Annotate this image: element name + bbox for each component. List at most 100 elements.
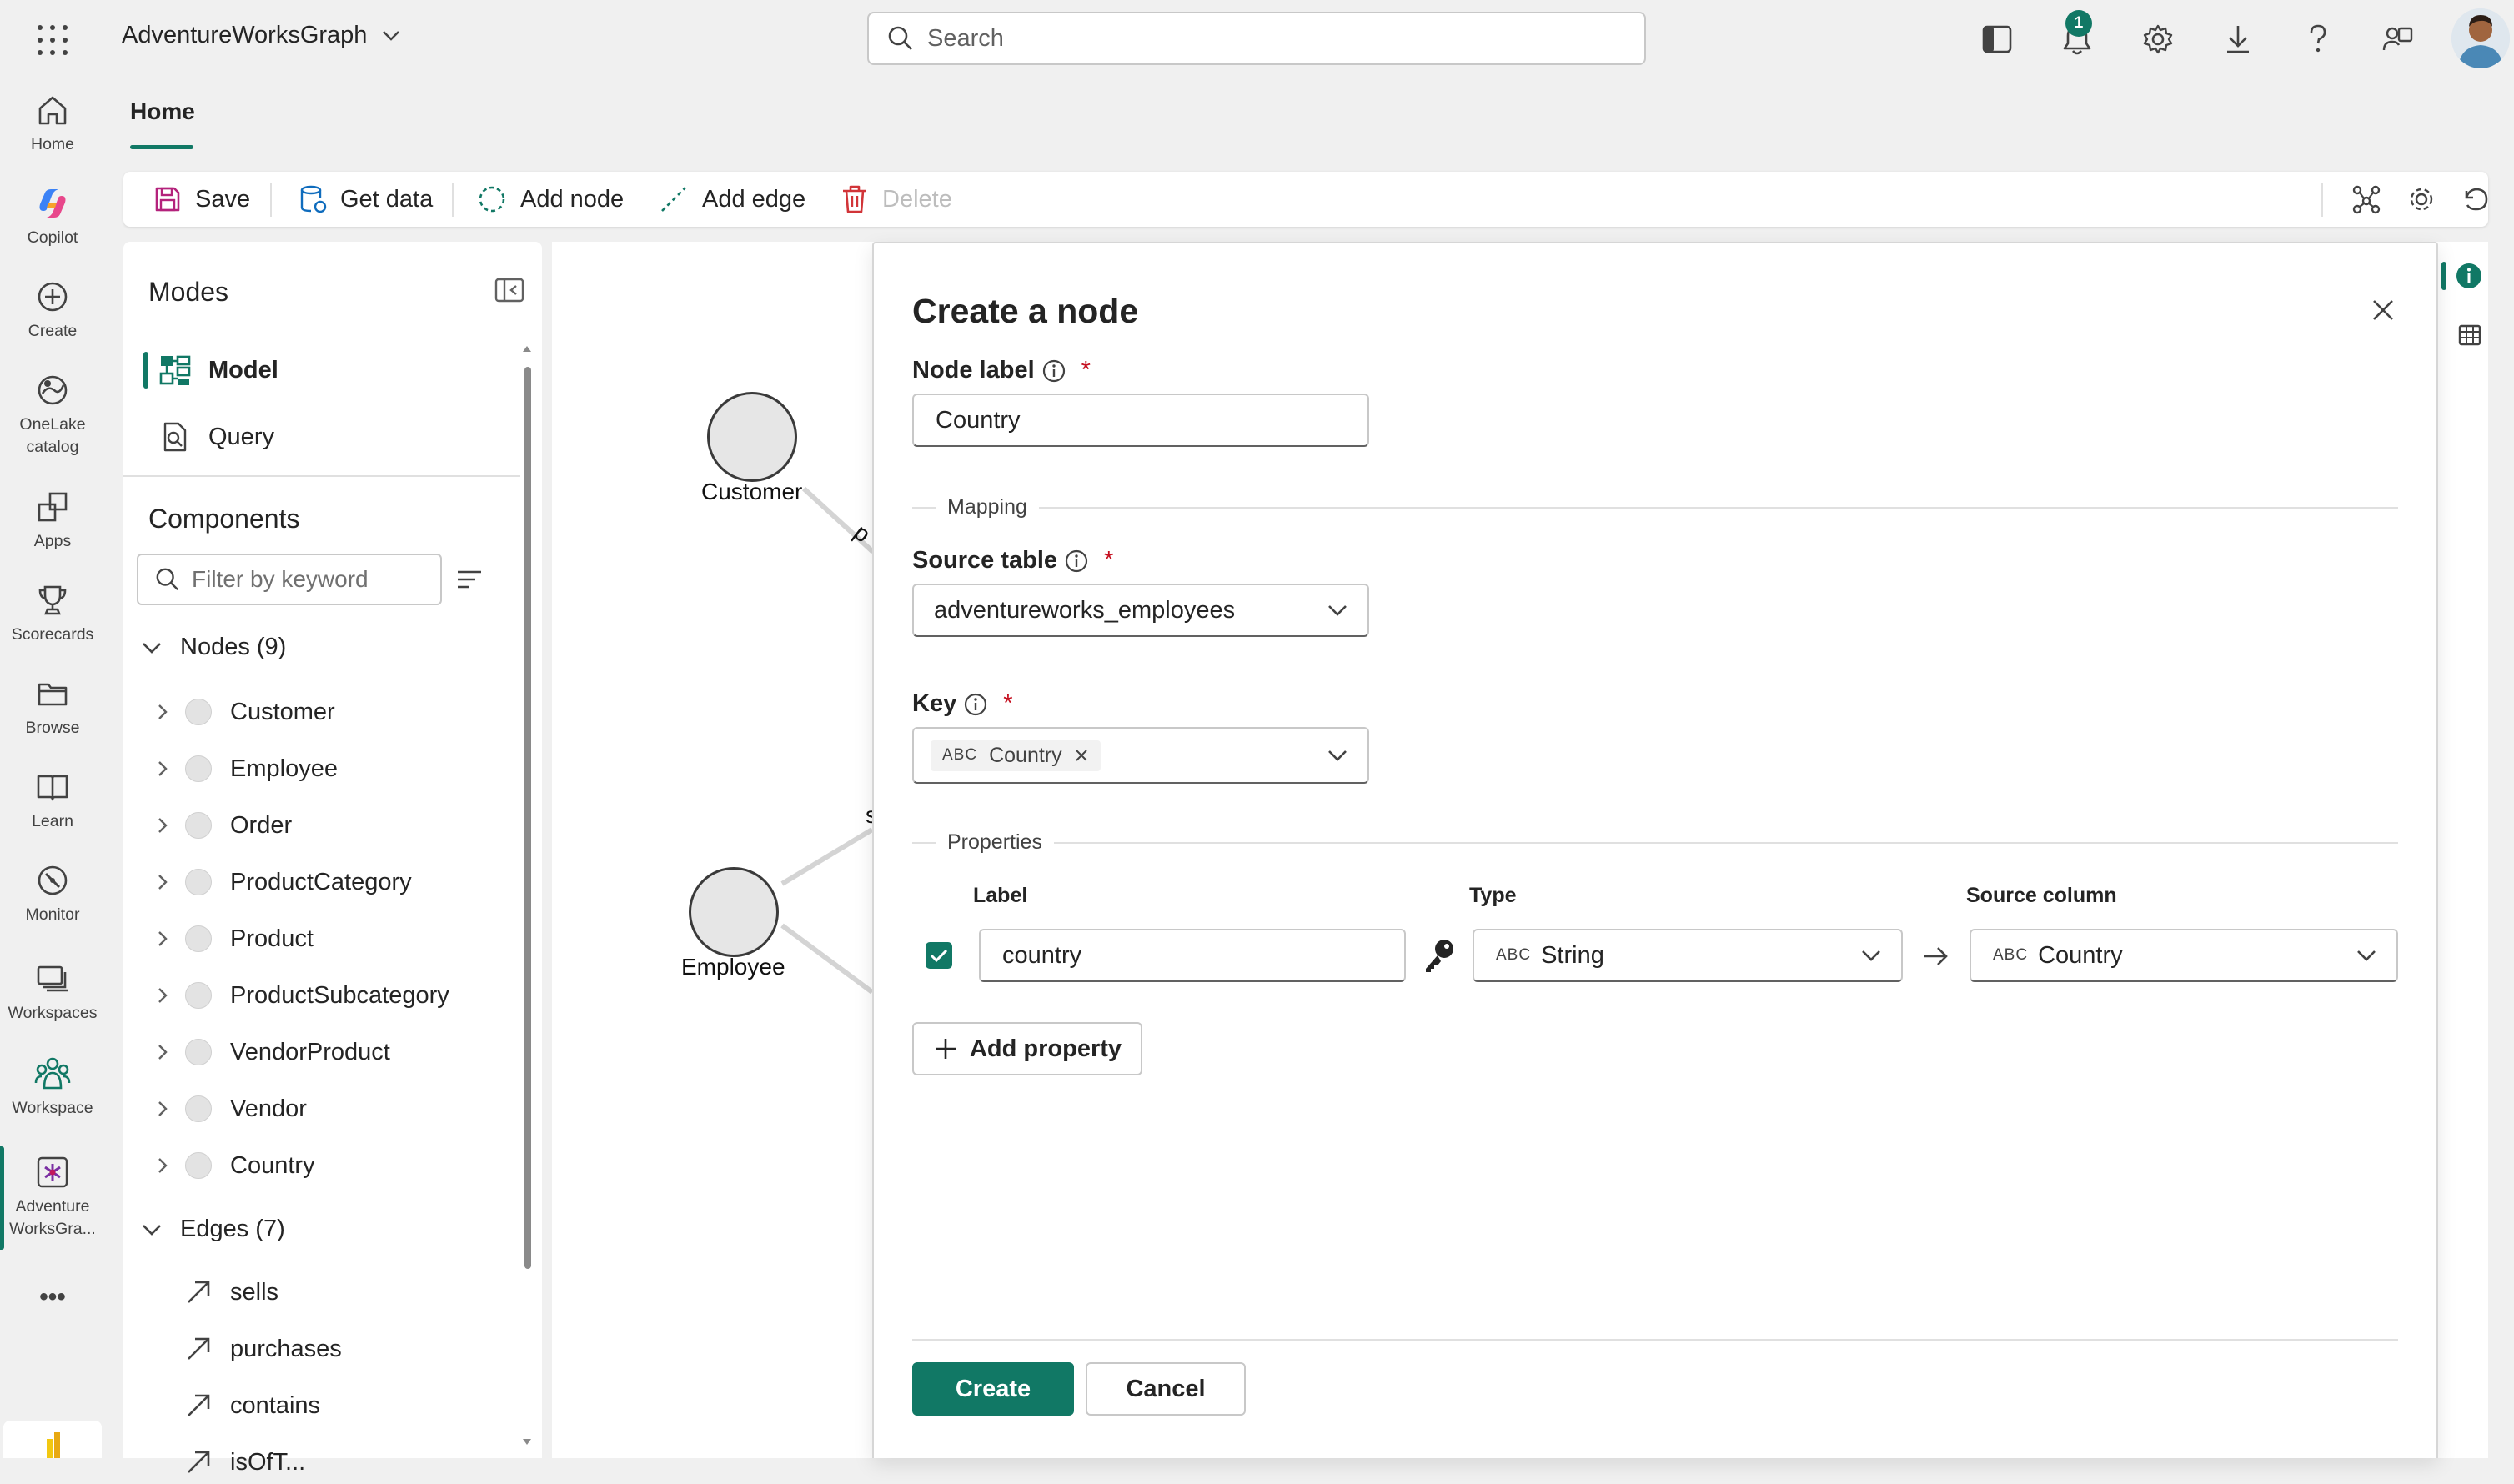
delete-button[interactable]: Delete	[841, 172, 952, 227]
help-icon[interactable]	[2299, 20, 2337, 58]
rail-copilot[interactable]: Copilot	[0, 183, 105, 249]
download-icon[interactable]	[2219, 20, 2257, 58]
edge-tree-item[interactable]: purchases	[185, 1327, 342, 1371]
rail-more-button[interactable]: •••	[0, 1283, 105, 1311]
graph-node-customer[interactable]	[707, 392, 797, 482]
chevron-down-icon	[143, 642, 161, 654]
node-label-input[interactable]	[934, 405, 1347, 435]
cancel-button[interactable]: Cancel	[1086, 1362, 1246, 1416]
property-source-column-dropdown[interactable]: ABC Country	[1970, 929, 2398, 982]
node-tree-item[interactable]: Country	[150, 1144, 315, 1187]
required-asterisk: *	[1104, 547, 1114, 574]
key-dropdown[interactable]: ABC Country	[912, 727, 1369, 784]
sort-options-button[interactable]	[455, 565, 484, 594]
save-button[interactable]: Save	[153, 172, 250, 227]
rail-home[interactable]: Home	[0, 90, 105, 156]
fit-view-button[interactable]	[2406, 172, 2436, 227]
node-tree-item[interactable]: ProductCategory	[150, 860, 412, 904]
property-label-field[interactable]	[979, 929, 1406, 982]
scroll-up-arrow[interactable]	[522, 343, 532, 355]
share-feedback-icon[interactable]	[2379, 20, 2417, 58]
powerbi-switcher[interactable]	[3, 1421, 102, 1458]
edge-tree-item[interactable]: sells	[185, 1271, 278, 1314]
node-tree-item[interactable]: Vendor	[150, 1087, 307, 1131]
powerbi-icon	[47, 1432, 60, 1458]
source-table-dropdown[interactable]: adventureworks_employees	[912, 584, 1369, 637]
rail-create[interactable]: Create	[0, 277, 105, 343]
filter-input[interactable]	[190, 565, 435, 594]
panel-scrollbar-thumb[interactable]	[524, 367, 531, 1269]
rail-workspaces[interactable]: Workspaces	[0, 959, 105, 1025]
collapse-panel-button[interactable]	[494, 275, 525, 305]
user-avatar[interactable]	[2451, 8, 2510, 68]
rail-learn[interactable]: Learn	[0, 767, 105, 833]
workspace-switcher[interactable]: AdventureWorksGraph	[122, 22, 400, 49]
chevron-right-icon[interactable]	[150, 986, 175, 1005]
add-edge-button[interactable]: Add edge	[659, 172, 805, 227]
node-tree-item[interactable]: Customer	[150, 690, 335, 734]
property-label-input[interactable]	[1001, 940, 1384, 970]
node-tree-item[interactable]: VendorProduct	[150, 1030, 390, 1074]
tab-home[interactable]: Home	[130, 98, 195, 125]
mode-model[interactable]: Model	[158, 346, 278, 394]
chevron-right-icon[interactable]	[150, 873, 175, 891]
search-box[interactable]	[867, 12, 1646, 65]
add-property-button[interactable]: Add property	[912, 1022, 1142, 1075]
graph-layout-button[interactable]	[2351, 172, 2381, 227]
rail-monitor[interactable]: Monitor	[0, 860, 105, 926]
remove-chip-icon[interactable]	[1074, 748, 1089, 763]
rail-adventureworksgraph[interactable]: Adventure WorksGra...	[0, 1152, 105, 1241]
rail-browse[interactable]: Browse	[0, 674, 105, 739]
app-launcher-icon[interactable]	[33, 21, 72, 59]
rail-onelake-catalog[interactable]: OneLake catalog	[0, 370, 105, 459]
edge-tree-label: isOfT...	[230, 1448, 306, 1476]
edge-tree-item[interactable]: contains	[185, 1384, 320, 1427]
fit-view-icon	[2410, 188, 2433, 211]
properties-divider	[912, 842, 2398, 844]
settings-gear-icon[interactable]	[2139, 20, 2177, 58]
info-icon[interactable]	[963, 692, 988, 717]
chevron-right-icon[interactable]	[150, 760, 175, 778]
property-type-dropdown[interactable]: ABC String	[1473, 929, 1903, 982]
search-input[interactable]	[926, 23, 1613, 53]
chevron-right-icon[interactable]	[150, 703, 175, 721]
info-icon[interactable]	[1041, 358, 1066, 384]
property-checkbox[interactable]	[926, 942, 952, 969]
reset-button[interactable]	[2461, 172, 2490, 227]
rail-scorecards[interactable]: Scorecards	[0, 580, 105, 646]
get-data-button[interactable]: Get data	[299, 172, 433, 227]
chevron-right-icon[interactable]	[150, 1100, 175, 1118]
add-property-label: Add property	[969, 1035, 1122, 1062]
modes-title: Modes	[148, 277, 229, 307]
more-icon: •••	[39, 1283, 66, 1311]
edge-tree-item[interactable]: isOfT...	[185, 1441, 305, 1484]
close-dialog-button[interactable]	[2365, 292, 2401, 328]
properties-info-button[interactable]	[2455, 262, 2483, 290]
mode-query[interactable]: Query	[158, 413, 274, 461]
chevron-right-icon[interactable]	[150, 1156, 175, 1175]
scroll-down-arrow[interactable]	[522, 1437, 532, 1449]
node-tree-item[interactable]: ProductSubcategory	[150, 974, 449, 1017]
chevron-right-icon[interactable]	[150, 816, 175, 835]
data-table-button[interactable]	[2456, 322, 2483, 348]
node-tree-item[interactable]: Employee	[150, 747, 338, 790]
panel-toggle-icon[interactable]	[1978, 20, 2016, 58]
graph-node-employee[interactable]	[689, 867, 779, 957]
node-tree-item[interactable]: Product	[150, 917, 314, 960]
key-chip-label: Country	[989, 743, 1062, 767]
node-tree-item[interactable]: Order	[150, 804, 292, 847]
create-button[interactable]: Create	[912, 1362, 1074, 1416]
edges-section-header[interactable]: Edges (7)	[142, 1216, 285, 1243]
info-icon[interactable]	[1064, 549, 1089, 574]
node-tree-label: Employee	[230, 755, 338, 782]
rail-workspace[interactable]: Workspace	[0, 1054, 105, 1120]
node-label-field[interactable]	[912, 394, 1369, 447]
rail-apps[interactable]: Apps	[0, 487, 105, 553]
chevron-right-icon[interactable]	[150, 930, 175, 948]
chevron-down-icon	[1328, 750, 1347, 761]
chevron-right-icon[interactable]	[150, 1043, 175, 1061]
filter-box[interactable]	[137, 554, 442, 605]
add-node-button[interactable]: Add node	[477, 172, 624, 227]
nodes-section-header[interactable]: Nodes (9)	[142, 634, 286, 661]
edge-tree-label: purchases	[230, 1335, 342, 1362]
